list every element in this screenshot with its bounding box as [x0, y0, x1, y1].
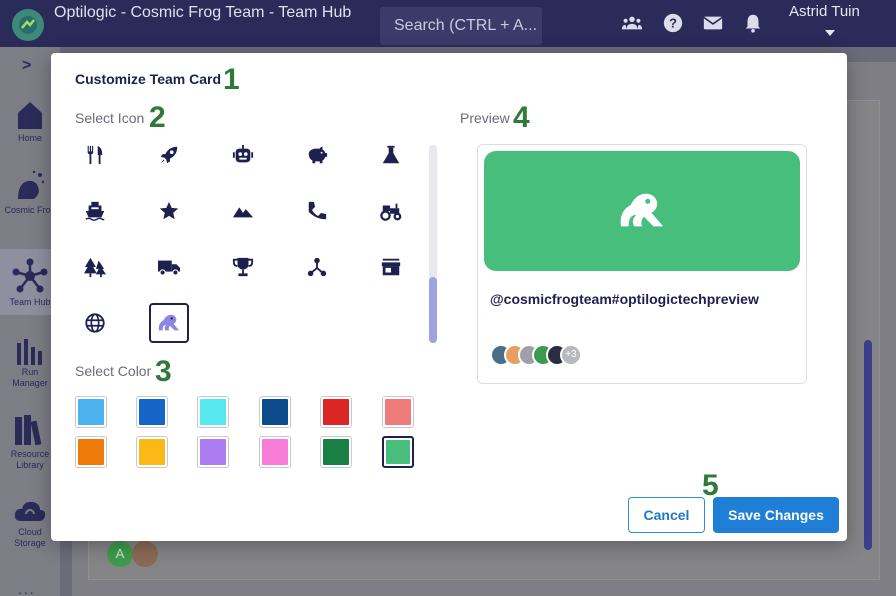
piggy-bank-icon[interactable] — [297, 135, 337, 175]
color-swatch-red[interactable] — [320, 396, 352, 428]
store-icon[interactable] — [371, 247, 411, 287]
search-input[interactable]: Search (CTRL + A... — [380, 7, 542, 45]
save-changes-button[interactable]: Save Changes — [713, 497, 839, 533]
resource-library-icon — [15, 415, 42, 446]
cosmic-frog-icon — [18, 170, 45, 199]
notifications-bell-icon[interactable] — [742, 12, 764, 34]
user-menu-chevron-down-icon[interactable] — [825, 30, 835, 36]
preview-banner — [484, 151, 800, 271]
tractor-icon[interactable] — [371, 191, 411, 231]
color-swatch-green[interactable] — [382, 436, 414, 468]
app-title: Optilogic - Cosmic Frog Team - Team Hub — [54, 4, 352, 21]
sidebar-expand-chevron-icon[interactable]: > — [22, 57, 31, 75]
select-icon-label: Select Icon — [75, 110, 145, 126]
mail-icon[interactable] — [702, 12, 724, 34]
teams-icon[interactable] — [621, 12, 643, 34]
customize-team-card-dialog: Customize Team Card 1 Select Icon 2 Sele… — [51, 53, 847, 541]
sidebar-more-icon[interactable]: ... — [18, 581, 36, 596]
dialog-title: Customize Team Card — [75, 71, 221, 87]
color-swatch-amber[interactable] — [136, 436, 168, 468]
team-card-preview: @cosmicfrogteam#optilogictechpreview +3 — [477, 144, 807, 384]
top-bar: Optilogic - Cosmic Frog Team - Team Hub … — [0, 0, 896, 47]
robot-icon[interactable] — [223, 135, 263, 175]
help-icon[interactable]: ? — [662, 12, 684, 34]
color-swatch-blue[interactable] — [136, 396, 168, 428]
sidebar-item-label: Run Manager — [12, 367, 48, 388]
ship-icon[interactable] — [75, 191, 115, 231]
truck-icon[interactable] — [149, 247, 189, 287]
background-scrollbar[interactable] — [864, 340, 872, 550]
preview-team-name: @cosmicfrogteam#optilogictechpreview — [490, 291, 759, 307]
step-number-3: 3 — [155, 355, 172, 388]
color-swatch-pink[interactable] — [259, 436, 291, 468]
team-hub-icon — [12, 258, 48, 293]
select-color-label: Select Color — [75, 363, 152, 379]
mountain-icon[interactable] — [223, 191, 263, 231]
utensils-icon[interactable] — [75, 135, 115, 175]
color-swatch-orange[interactable] — [75, 436, 107, 468]
step-number-2: 2 — [149, 101, 166, 134]
frog-icon[interactable] — [149, 303, 189, 343]
avatar — [132, 541, 158, 567]
step-number-4: 4 — [513, 101, 530, 134]
color-swatch-dark-green[interactable] — [320, 436, 352, 468]
user-name[interactable]: Astrid Tuin — [789, 3, 860, 20]
avatar: A — [107, 541, 133, 567]
trophy-icon[interactable] — [223, 247, 263, 287]
color-swatch-cyan[interactable] — [197, 396, 229, 428]
color-swatch-navy[interactable] — [259, 396, 291, 428]
color-swatch-purple[interactable] — [197, 436, 229, 468]
sidebar-item-label: Cloud Storage — [14, 527, 46, 548]
step-number-1: 1 — [223, 63, 240, 96]
optilogic-logo-icon[interactable] — [12, 9, 44, 41]
sidebar-item-label: Cosmic Frog — [4, 205, 56, 215]
trees-icon[interactable] — [75, 247, 115, 287]
icon-list-scrollbar-thumb[interactable] — [429, 277, 437, 343]
preview-label: Preview — [460, 110, 510, 126]
svg-text:?: ? — [669, 16, 677, 31]
globe-icon[interactable] — [75, 303, 115, 343]
flask-icon[interactable] — [371, 135, 411, 175]
cancel-button[interactable]: Cancel — [628, 497, 705, 533]
cloud-storage-icon — [14, 501, 46, 521]
sidebar-item-label: Home — [17, 133, 42, 143]
color-swatch-salmon[interactable] — [382, 396, 414, 428]
frog-icon — [620, 193, 664, 227]
run-manager-icon — [17, 339, 42, 365]
sidebar-item-label: Resource Library — [10, 449, 50, 470]
star-icon[interactable] — [149, 191, 189, 231]
rocket-icon[interactable] — [149, 135, 189, 175]
network-icon[interactable] — [297, 247, 337, 287]
color-swatch-light-blue[interactable] — [75, 396, 107, 428]
phone-icon[interactable] — [297, 191, 337, 231]
home-icon — [18, 102, 42, 129]
sidebar-item-label: Team Hub — [9, 297, 51, 307]
avatar-overflow-count: +3 — [560, 344, 582, 366]
